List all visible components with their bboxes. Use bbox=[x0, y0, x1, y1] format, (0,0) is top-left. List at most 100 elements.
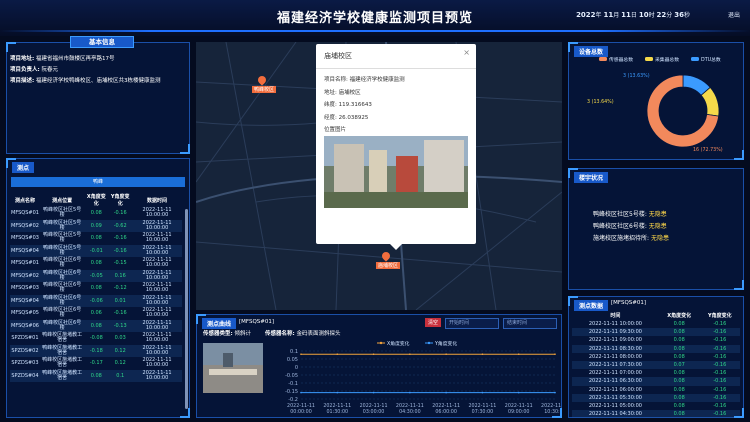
table-row[interactable]: MFSQS#02 鸭峰校区社区5号楼 0.09 -0.62 2022-11-11 10:… bbox=[10, 219, 182, 232]
table-row[interactable]: 2022-11-11 09:00:00 0.08 -0.16 bbox=[572, 336, 740, 344]
points-table: 测点名称 测点位置 X角度变化 Y角度变化 数据时间 MFSQS#01 鸭峰校区社… bbox=[10, 193, 182, 382]
table-row[interactable]: SPZDS#04 鸭峰校区施堵教工宿舍 0.08 0.1 2022-11-11 10:0… bbox=[10, 369, 182, 382]
col-position: 测点位置 bbox=[52, 197, 73, 204]
table-row[interactable]: 2022-11-11 08:30:00 0.08 -0.16 bbox=[572, 344, 740, 353]
cell-pos: 鸭峰校区施堵教工宿舍 bbox=[42, 369, 83, 381]
cell-name: MFSQS#06 bbox=[11, 322, 39, 329]
table-row[interactable]: 2022-11-11 08:00:00 0.08 -0.16 bbox=[572, 353, 740, 361]
points-panel-title: 测点 bbox=[12, 162, 35, 173]
cell-y: -0.16 bbox=[113, 247, 127, 254]
cell-t: 2022-11-11 08:00:00 bbox=[588, 353, 642, 360]
table-row[interactable]: MFSQS#03 鸭峰校区社区5号楼 0.08 -0.16 2022-11-11 10:… bbox=[10, 232, 182, 245]
cell-x: 0.08 bbox=[673, 411, 685, 418]
x-tick-label: 06:00:00 bbox=[435, 409, 457, 415]
cell-name: SPZDS#04 bbox=[11, 372, 39, 379]
data-point bbox=[300, 391, 302, 394]
cell-y: -0.16 bbox=[713, 386, 727, 393]
points-subtab[interactable]: 鸭峰 bbox=[11, 177, 185, 187]
table-row[interactable]: MFSQS#06 鸭峰校区社区6号楼 0.08 -0.13 2022-11-11 10:… bbox=[10, 319, 182, 332]
cell-t: 2022-11-11 05:30:00 bbox=[588, 394, 642, 401]
table-row[interactable]: SPZDS#01 鸭峰校区施堵教工宿舍 -0.08 0.03 2022-11-11 10… bbox=[10, 332, 182, 345]
cell-t: 2022-11-11 10:00:00 bbox=[142, 369, 172, 381]
close-icon[interactable]: × bbox=[463, 48, 470, 57]
data-point bbox=[554, 353, 556, 355]
table-row[interactable]: MFSQS#03 鸭峰校区社区6号楼 0.08 -0.12 2022-11-11 10:… bbox=[10, 282, 182, 295]
pointdata-panel-title: 测点数据 bbox=[574, 300, 609, 311]
table-row[interactable]: 2022-11-11 07:00:00 0.08 -0.16 bbox=[572, 369, 740, 377]
cell-pos: 鸭峰校区社区6号楼 bbox=[43, 257, 82, 269]
end-time-input[interactable]: 结束时间 bbox=[503, 318, 557, 329]
cell-y: 0.03 bbox=[114, 335, 126, 342]
table-row[interactable]: 2022-11-11 07:30:00 0.07 -0.16 bbox=[572, 360, 740, 370]
table-row[interactable]: 2022-11-11 05:30:00 0.08 -0.16 bbox=[572, 393, 740, 402]
col-x: X角度变化 bbox=[86, 194, 106, 207]
table-row[interactable]: MFSQS#01 鸭峰校区社区6号楼 0.08 -0.15 2022-11-11 10:… bbox=[10, 257, 182, 270]
cell-name: MFSQS#03 bbox=[11, 285, 39, 292]
table-row[interactable]: MFSQS#04 鸭峰校区社区5号楼 -0.01 -0.16 2022-11-11 10… bbox=[10, 244, 182, 257]
y-tick-label: -0.1 bbox=[288, 381, 298, 387]
data-point bbox=[445, 391, 447, 394]
cell-t: 2022-11-11 06:00:00 bbox=[588, 386, 642, 393]
cell-x: -0.05 bbox=[89, 272, 103, 279]
cell-t: 2022-11-11 10:00:00 bbox=[142, 357, 172, 369]
table-row[interactable]: 2022-11-11 06:30:00 0.08 -0.16 bbox=[572, 377, 740, 386]
cell-t: 2022-11-11 10:00:00 bbox=[142, 319, 172, 331]
cell-pos: 鸭峰校区社区5号楼 bbox=[43, 207, 82, 219]
start-time-input[interactable]: 开始时间 bbox=[445, 318, 499, 329]
x-tick-label: 2022-11-11 bbox=[468, 403, 496, 409]
cell-name: SPZDS#02 bbox=[11, 347, 39, 354]
data-point bbox=[517, 353, 520, 355]
cell-x: 0.08 bbox=[90, 372, 102, 379]
project-address: 项目地址: 福建省福州市鼓楼区再亭路17号 bbox=[10, 56, 115, 62]
points-scrollbar[interactable] bbox=[185, 209, 188, 409]
basic-info-tab[interactable]: 基本信息 bbox=[70, 36, 134, 48]
table-row[interactable]: MFSQS#04 鸭峰校区社区6号楼 -0.06 0.01 2022-11-11 10:… bbox=[10, 294, 182, 307]
x-tick-label: 01:30:00 bbox=[327, 409, 349, 415]
cell-x: 0.08 bbox=[673, 337, 685, 344]
map-pin-label-miaopu[interactable]: 庙埔校区 bbox=[376, 262, 401, 269]
cell-x: 0.08 bbox=[90, 260, 102, 267]
table-row[interactable]: SPZDS#02 鸭峰校区施堵教工宿舍 -0.18 0.12 2022-11-11 10… bbox=[10, 344, 182, 357]
sensor-type: 传感器类型: 倾斜计 bbox=[203, 331, 251, 337]
cell-x: 0.08 bbox=[90, 322, 102, 329]
cell-y: 0.12 bbox=[114, 360, 126, 367]
cell-x: 0.08 bbox=[673, 353, 685, 360]
cell-y: -0.16 bbox=[713, 321, 727, 328]
cell-t: 2022-11-11 10:00:00 bbox=[588, 321, 642, 328]
popup-row: 经度: 26.038925 bbox=[324, 114, 369, 121]
table-row[interactable]: 2022-11-11 09:30:00 0.08 -0.16 bbox=[572, 328, 740, 337]
data-point bbox=[300, 353, 302, 355]
cell-pos: 鸭峰校区社区6号楼 bbox=[43, 294, 82, 306]
device-panel: 设备总数 传感器总数 采集器总数 DTU总数 3 (13.63%) 3 (13.64%)… bbox=[568, 42, 744, 160]
cell-pos: 鸭峰校区施堵教工宿舍 bbox=[42, 344, 83, 356]
cell-pos: 鸭峰校区社区6号楼 bbox=[43, 282, 82, 294]
cell-t: 2022-11-11 07:00:00 bbox=[588, 370, 642, 377]
clear-button[interactable]: 清空 bbox=[425, 318, 442, 327]
cell-y: 0.12 bbox=[114, 347, 126, 354]
cell-t: 2022-11-11 10:00:00 bbox=[142, 332, 172, 344]
popup-pointer bbox=[390, 244, 402, 250]
table-row[interactable]: 2022-11-11 06:00:00 0.08 -0.16 bbox=[572, 386, 740, 394]
cell-y: -0.16 bbox=[113, 235, 127, 242]
cell-t: 2022-11-11 05:00:00 bbox=[588, 402, 642, 409]
cell-x: -0.17 bbox=[89, 360, 103, 367]
cell-x: 0.08 bbox=[673, 394, 685, 401]
table-row[interactable]: MFSQS#05 鸭峰校区社区6号楼 0.06 -0.16 2022-11-11 10:… bbox=[10, 307, 182, 320]
building-panel-title: 楼宇状况 bbox=[574, 172, 609, 183]
table-row[interactable]: 2022-11-11 04:30:00 0.08 -0.16 bbox=[572, 410, 740, 419]
col-x: X角度变化 bbox=[667, 313, 692, 319]
logout-button[interactable]: 退出 bbox=[728, 10, 740, 19]
map-pin-label-yafeng[interactable]: 鸭峰校区 bbox=[252, 86, 277, 93]
cell-pos: 鸭峰校区社区6号楼 bbox=[43, 319, 82, 331]
cell-x: 0.08 bbox=[673, 378, 685, 385]
col-time: 时间 bbox=[610, 313, 621, 319]
table-row[interactable]: MFSQS#02 鸭峰校区社区6号楼 -0.05 0.16 2022-11-11 10:… bbox=[10, 269, 182, 282]
table-row[interactable]: MFSQS#01 鸭峰校区社区5号楼 0.08 -0.16 2022-11-11 10:… bbox=[10, 207, 182, 220]
cell-pos: 鸭峰校区社区5号楼 bbox=[43, 232, 82, 244]
curve-code: [MFSQS#01] bbox=[239, 319, 275, 325]
cell-name: MFSQS#01 bbox=[11, 210, 39, 217]
table-row[interactable]: 2022-11-11 10:00:00 0.08 -0.16 bbox=[572, 320, 740, 328]
table-row[interactable]: 2022-11-11 05:00:00 0.08 -0.16 bbox=[572, 402, 740, 410]
line-chart: 0.10.050-0.05-0.1-0.15-0.22022-11-1100:0… bbox=[285, 340, 561, 415]
table-row[interactable]: SPZDS#03 鸭峰校区施堵教工宿舍 -0.17 0.12 2022-11-11 10… bbox=[10, 357, 182, 370]
